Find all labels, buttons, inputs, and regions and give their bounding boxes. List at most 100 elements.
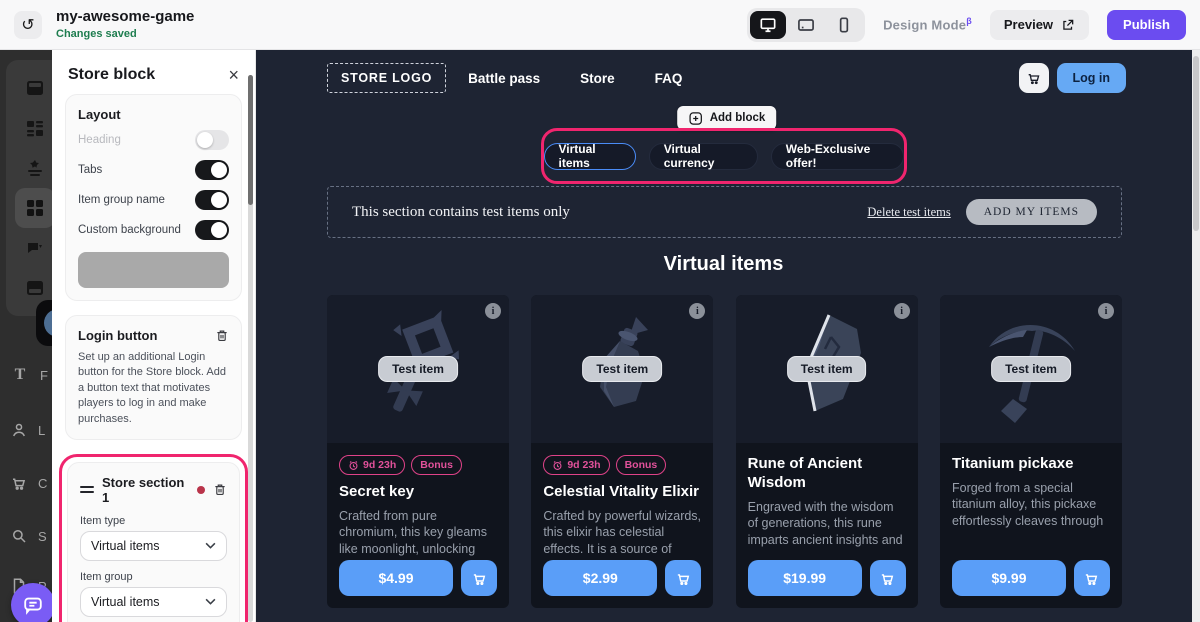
custom-background-toggle[interactable] (195, 220, 229, 240)
drag-handle-icon[interactable] (80, 486, 94, 494)
item-group-name-toggle[interactable] (195, 190, 229, 210)
store-logo-placeholder[interactable]: STORE LOGO (327, 63, 447, 93)
tab-web-exclusive-offer[interactable]: Web-Exclusive offer! (770, 142, 904, 170)
chat-bubble-icon (22, 594, 44, 616)
layout-settings-card: Layout Heading Tabs Item group name Cust… (65, 94, 242, 301)
beta-badge: β (966, 16, 972, 27)
item-group-select[interactable]: Virtual items (80, 586, 227, 617)
item-card-body: 9d 23h Bonus Secret key Crafted from pur… (327, 443, 509, 608)
item-card-celestial-vitality-elixir[interactable]: i Test item 9d 23h Bonus Celestial Vital… (531, 295, 714, 608)
toggle-row-custom-background: Custom background (78, 218, 229, 242)
search-icon (10, 527, 28, 545)
add-block-button[interactable]: Add block (676, 106, 777, 130)
price-button[interactable]: $9.99 (951, 560, 1066, 596)
window-scrollbar-thumb[interactable] (1193, 56, 1199, 231)
info-icon[interactable]: i (485, 303, 501, 319)
item-type-select[interactable]: Virtual items (80, 530, 227, 561)
add-my-items-button[interactable]: ADD MY ITEMS (965, 199, 1097, 225)
price-button[interactable]: $19.99 (747, 560, 862, 596)
device-mobile-button[interactable] (826, 11, 862, 39)
add-to-cart-button[interactable] (869, 560, 906, 596)
fonts-icon: T (14, 366, 26, 383)
store-section-heading: Virtual items (663, 253, 784, 275)
window-scrollbar[interactable] (1192, 50, 1200, 622)
design-mode-label: Design Modeβ (883, 16, 972, 33)
plus-icon (688, 111, 703, 126)
toggle-label: Tabs (78, 164, 103, 176)
store-login-button[interactable]: Log in (1056, 63, 1126, 93)
tablet-icon (796, 15, 816, 35)
test-item-badge: Test item (582, 356, 663, 382)
sidebar-item-social-block[interactable] (15, 228, 55, 268)
panel-header: Store block × (52, 50, 255, 94)
item-image-area: i Test item (735, 295, 918, 443)
panel-scrollbar[interactable] (248, 75, 253, 622)
item-name: Titanium pickaxe (951, 455, 1074, 472)
device-tablet-button[interactable] (788, 11, 824, 39)
heading-toggle[interactable] (195, 130, 229, 150)
sidebar-item-hero-block[interactable] (15, 148, 55, 188)
item-description: Crafted from pure chromium, this key gle… (339, 508, 487, 556)
store-section-highlight: Store section 1 Item type Virtual items … (59, 453, 248, 622)
item-description: Engraved with the wisdom of generations,… (747, 499, 903, 547)
publish-button[interactable]: Publish (1107, 9, 1186, 40)
support-chat-button[interactable] (11, 583, 55, 622)
toggle-row-item-group-name: Item group name (78, 188, 229, 212)
sidebar-item-label: C (38, 475, 48, 491)
toggle-label: Heading (78, 134, 121, 146)
item-image-area: i Test item (531, 295, 714, 443)
item-card-body: Rune of Ancient Wisdom Engraved with the… (736, 443, 918, 608)
test-item-badge: Test item (991, 356, 1071, 382)
undo-button[interactable]: ↺ (14, 10, 42, 39)
price-button[interactable]: $4.99 (339, 560, 453, 596)
panel-scrollbar-thumb[interactable] (248, 75, 253, 205)
add-to-cart-button[interactable] (1073, 560, 1110, 596)
mobile-icon (834, 15, 854, 35)
sidebar-item-store-block[interactable] (15, 188, 55, 228)
tabs-selection-highlight: Virtual items Virtual currency Web-Exclu… (540, 128, 907, 184)
footer-block-icon (26, 279, 44, 297)
cart-icon (675, 570, 692, 587)
timer-badge: 9d 23h (339, 455, 406, 475)
close-icon[interactable]: × (228, 66, 239, 84)
info-icon[interactable]: i (689, 303, 706, 319)
cart-icon (1026, 70, 1042, 86)
item-cards-row: i Test item 9d 23h Bonus Secret key Craf… (327, 295, 1122, 608)
store-cart-button[interactable] (1018, 63, 1049, 93)
chevron-down-icon (205, 542, 216, 550)
tab-virtual-items[interactable]: Virtual items (543, 142, 636, 170)
sidebar-item-label: S (38, 528, 47, 544)
background-color-swatch[interactable] (78, 252, 229, 288)
add-to-cart-button[interactable] (665, 560, 702, 596)
tabs-toggle[interactable] (195, 160, 229, 180)
header-block-icon (26, 79, 44, 97)
preview-button[interactable]: Preview (989, 9, 1090, 40)
test-banner-message: This section contains test items only (352, 203, 570, 220)
alarm-clock-icon (552, 460, 563, 471)
toggle-label: Item group name (78, 194, 165, 206)
trash-icon[interactable] (215, 328, 229, 343)
store-header: STORE LOGO Battle pass Store FAQ Log in (255, 62, 1192, 94)
alarm-clock-icon (348, 460, 359, 471)
price-button[interactable]: $2.99 (543, 560, 658, 596)
item-card-titanium-pickaxe[interactable]: i Test item Titanium pickaxe Forged from… (939, 295, 1122, 608)
item-card-secret-key[interactable]: i Test item 9d 23h Bonus Secret key Craf… (327, 295, 509, 608)
item-card-rune-of-ancient-wisdom[interactable]: i Test item Rune of Ancient Wisdom Engra… (735, 295, 918, 608)
layout-card-title: Layout (78, 107, 121, 122)
sidebar-item-header-block[interactable] (15, 68, 55, 108)
delete-test-items-link[interactable]: Delete test items (867, 205, 950, 220)
toggle-row-heading: Heading (78, 128, 229, 152)
nav-item-battle-pass[interactable]: Battle pass (468, 71, 540, 86)
tab-virtual-currency[interactable]: Virtual currency (648, 142, 758, 170)
add-to-cart-button[interactable] (461, 560, 497, 596)
info-icon[interactable]: i (893, 303, 910, 319)
login-card-title: Login button (78, 328, 158, 343)
sidebar-item-content-block[interactable] (15, 108, 55, 148)
nav-item-store[interactable]: Store (580, 71, 615, 86)
item-group-value: Virtual items (91, 594, 160, 609)
info-icon[interactable]: i (1097, 303, 1114, 319)
device-desktop-button[interactable] (750, 10, 787, 39)
nav-item-faq[interactable]: FAQ (655, 71, 683, 86)
blocks-sidebar: T F L C S P (0, 50, 86, 622)
trash-icon[interactable] (213, 482, 227, 497)
